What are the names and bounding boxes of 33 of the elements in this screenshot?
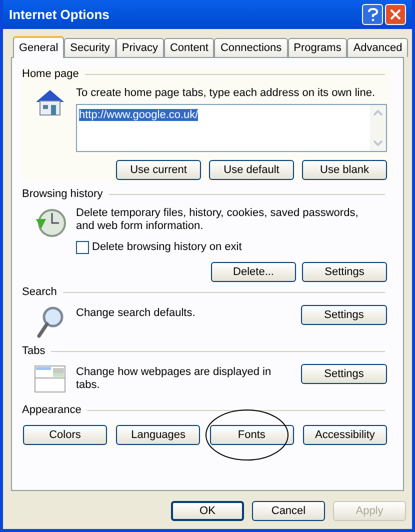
- dialog-button[interactable]: Colors: [23, 425, 107, 445]
- tab[interactable]: General: [13, 36, 64, 58]
- dialog-button[interactable]: Settings: [301, 364, 387, 384]
- dialog-button[interactable]: Cancel: [252, 501, 325, 521]
- section-heading: Browsing history: [22, 188, 103, 201]
- tab[interactable]: Connections: [214, 38, 288, 57]
- field-value: http://www.google.co.uk/: [79, 109, 198, 121]
- window-title: Internet Options: [9, 8, 110, 21]
- description-text: Change search defaults.: [76, 307, 196, 320]
- dialog-button[interactable]: Settings: [302, 262, 387, 282]
- dialog-button[interactable]: Use blank: [302, 160, 387, 180]
- dialog-button[interactable]: Use current: [116, 160, 201, 180]
- dialog-button[interactable]: Use default: [209, 160, 294, 180]
- section-heading: Search: [22, 286, 57, 299]
- checkbox-label: Delete browsing history on exit: [92, 241, 242, 254]
- dialog-button[interactable]: Settings: [301, 305, 387, 325]
- dialog-button[interactable]: Fonts: [210, 425, 294, 445]
- section-heading: Tabs: [22, 345, 46, 358]
- description-text: Delete temporary files, history, cookies, saved passwords, and web form information.: [76, 207, 360, 233]
- description-text: To create home page tabs, type each address on its own line.: [76, 87, 376, 100]
- dialog-button[interactable]: Accessibility: [302, 425, 387, 445]
- tab[interactable]: Privacy: [116, 38, 164, 57]
- dialog-button[interactable]: Delete...: [211, 262, 296, 282]
- tab[interactable]: Programs: [288, 38, 348, 57]
- section-heading: Appearance: [22, 404, 82, 417]
- description-text: Change how webpages are displayed in tabs.: [76, 366, 272, 392]
- home-page-field[interactable]: http://www.google.co.uk/: [76, 104, 387, 152]
- dialog-button[interactable]: Languages: [116, 425, 200, 445]
- section-heading: Home page: [22, 68, 79, 81]
- tab[interactable]: Advanced: [347, 38, 408, 57]
- tab[interactable]: Security: [64, 38, 116, 57]
- tab[interactable]: Content: [164, 38, 214, 57]
- dialog-button[interactable]: OK: [171, 501, 244, 521]
